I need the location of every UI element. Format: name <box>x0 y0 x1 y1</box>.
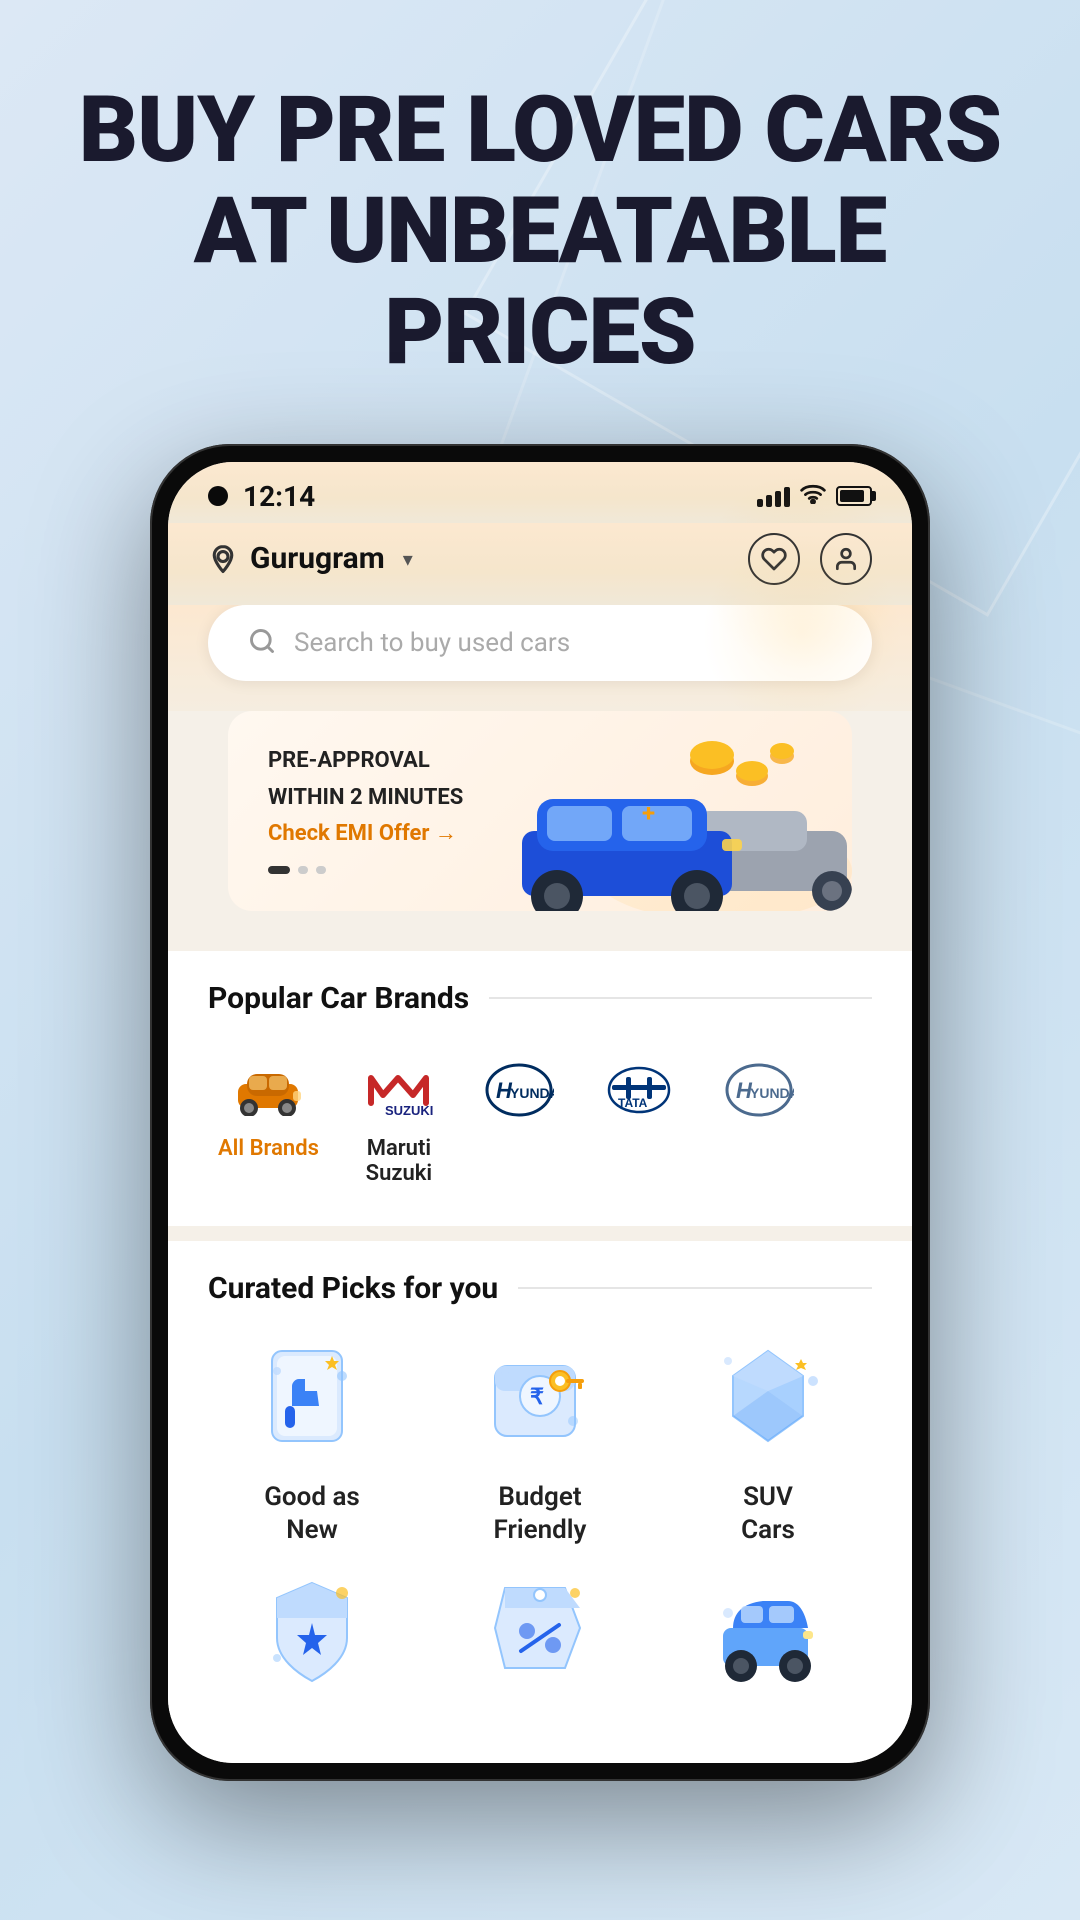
brand-all-label: All Brands <box>218 1136 319 1161</box>
banner-dots <box>268 866 463 874</box>
svg-text:+: + <box>642 799 655 827</box>
picks-grid-bottom <box>168 1568 912 1733</box>
dot-3 <box>316 866 326 874</box>
hero-section: BUY PRE LOVED CARS AT UNBEATABLE PRICES <box>0 0 1080 444</box>
banner-text: PRE-APPROVAL WITHIN 2 MINUTES Check EMI … <box>268 747 463 874</box>
wishlist-button[interactable] <box>748 533 800 585</box>
popular-brands-title: Popular Car Brands <box>208 981 469 1016</box>
good-as-new-label: Good asNew <box>264 1481 360 1549</box>
hero-line1: BUY PRE LOVED CARS <box>79 77 1001 184</box>
budget-friendly-label: BudgetFriendly <box>494 1481 587 1549</box>
banner-cta[interactable]: Check EMI Offer → <box>268 820 463 846</box>
good-as-new-icon <box>247 1336 377 1466</box>
brand-tata[interactable]: TATA <box>579 1056 699 1186</box>
brand-hyundai1[interactable]: H YUNDAI <box>459 1056 579 1186</box>
section-divider <box>489 997 872 999</box>
location-name: Gurugram <box>250 541 385 576</box>
curated-picks-header: Curated Picks for you <box>168 1271 912 1306</box>
camera-notch <box>208 486 228 506</box>
location-selector[interactable]: Gurugram ▾ <box>208 541 413 576</box>
banner-cars-illustration: + <box>482 731 852 911</box>
phone-frame: 12:14 <box>150 444 930 1782</box>
dot-1 <box>268 866 290 874</box>
phone-screen: 12:14 <box>168 462 912 1764</box>
dot-2 <box>298 866 308 874</box>
search-icon <box>248 627 276 659</box>
pick-car-type[interactable] <box>664 1568 872 1713</box>
svg-text:₹: ₹ <box>530 1384 544 1409</box>
maruti-icon: SUZUKI <box>359 1056 439 1126</box>
search-placeholder: Search to buy used cars <box>294 628 570 658</box>
battery-icon <box>836 486 872 506</box>
hyundai2-icon: H YUNDAI <box>719 1056 799 1126</box>
hero-title: BUY PRE LOVED CARS AT UNBEATABLE PRICES <box>60 80 1020 384</box>
emi-banner[interactable]: PRE-APPROVAL WITHIN 2 MINUTES Check EMI … <box>228 711 852 911</box>
picks-grid: Good asNew ₹ <box>168 1336 912 1549</box>
svg-text:YUNDAI: YUNDAI <box>510 1085 554 1101</box>
all-brands-icon <box>228 1056 308 1126</box>
status-time: 12:14 <box>243 480 315 513</box>
budget-friendly-icon: ₹ <box>475 1336 605 1466</box>
popular-brands-section: Popular Car Brands <box>168 951 912 1226</box>
hero-line2: AT UNBEATABLE PRICES <box>194 178 886 386</box>
hyundai1-icon: H YUNDAI <box>479 1056 559 1126</box>
certified-icon <box>247 1568 377 1698</box>
curated-picks-section: Curated Picks for you <box>168 1241 912 1764</box>
brand-hyundai2[interactable]: H YUNDAI <box>699 1056 819 1186</box>
search-bar[interactable]: Search to buy used cars <box>208 605 872 681</box>
pick-discount[interactable] <box>436 1568 644 1713</box>
discount-icon <box>475 1568 605 1698</box>
pick-certified[interactable] <box>208 1568 416 1713</box>
pick-budget-friendly[interactable]: ₹ BudgetFriendly <box>436 1336 644 1549</box>
brand-all[interactable]: All Brands <box>198 1056 339 1186</box>
status-bar: 12:14 <box>168 462 912 523</box>
curated-divider <box>518 1287 872 1289</box>
brands-row: All Brands SUZUKI MarutiSuzuki <box>168 1046 912 1196</box>
car-type-icon <box>703 1568 833 1698</box>
wifi-icon <box>800 482 826 510</box>
banner-title-line2: WITHIN 2 MINUTES <box>268 784 463 813</box>
app-header: Gurugram ▾ <box>168 523 912 605</box>
svg-text:SUZUKI: SUZUKI <box>385 1103 433 1118</box>
tata-icon: TATA <box>599 1056 679 1126</box>
svg-text:TATA: TATA <box>618 1096 648 1110</box>
status-icons <box>757 482 872 510</box>
pick-suv-cars[interactable]: SUVCars <box>664 1336 872 1549</box>
pick-good-as-new[interactable]: Good asNew <box>208 1336 416 1549</box>
curated-picks-title: Curated Picks for you <box>208 1271 498 1306</box>
phone-mockup: 12:14 <box>0 444 1080 1782</box>
brand-maruti-label: MarutiSuzuki <box>366 1136 432 1186</box>
profile-button[interactable] <box>820 533 872 585</box>
dropdown-arrow-icon: ▾ <box>403 547 413 571</box>
header-actions <box>748 533 872 585</box>
banner-title-line1: PRE-APPROVAL <box>268 747 463 776</box>
brand-maruti[interactable]: SUZUKI MarutiSuzuki <box>339 1056 459 1186</box>
suv-cars-label: SUVCars <box>741 1481 795 1549</box>
signal-icon <box>757 485 790 507</box>
popular-brands-header: Popular Car Brands <box>168 981 912 1016</box>
svg-text:YUNDAI: YUNDAI <box>750 1085 794 1101</box>
search-container: Search to buy used cars <box>168 605 912 711</box>
suv-cars-icon <box>703 1336 833 1466</box>
